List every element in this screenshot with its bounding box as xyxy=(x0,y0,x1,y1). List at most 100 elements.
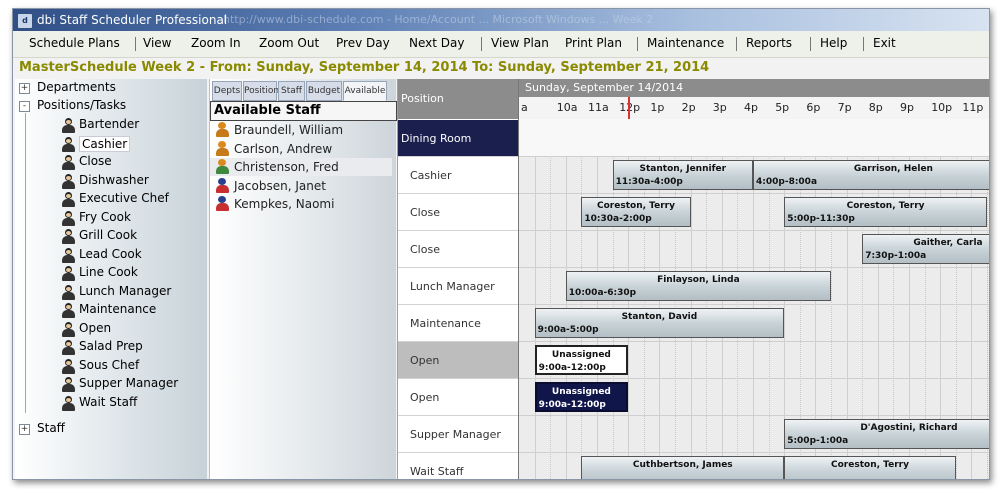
shift-time: 9:00a-12:00p xyxy=(538,363,606,373)
menu-exit[interactable]: Exit xyxy=(873,36,896,50)
tree-item-lunch-manager[interactable]: Lunch Manager xyxy=(79,284,171,298)
staff-list-item[interactable]: Carlson, Andrew xyxy=(210,140,392,158)
positions-expander[interactable]: - xyxy=(19,101,30,112)
menu-view[interactable]: View xyxy=(143,36,171,50)
tab-positions[interactable]: Positions xyxy=(243,81,284,101)
tree-item-salad-prep[interactable]: Salad Prep xyxy=(79,339,143,353)
person-icon xyxy=(61,284,75,301)
position-row-lunch-manager[interactable]: Lunch Manager xyxy=(398,268,518,305)
icon-body xyxy=(62,125,75,133)
shift-block[interactable]: Unassigned 9:00a-12:00p xyxy=(534,382,629,412)
tree-item-supper-manager[interactable]: Supper Manager xyxy=(79,376,178,390)
shift-staff-name: Unassigned xyxy=(551,350,611,360)
shift-time: 5:00p-11:30p xyxy=(787,214,855,224)
app-icon[interactable]: d xyxy=(17,13,33,29)
icon-face xyxy=(66,305,71,309)
person-green-icon xyxy=(215,159,229,175)
hour-label: 7p xyxy=(837,101,852,114)
current-time-marker xyxy=(628,97,631,119)
position-row-wait-staff[interactable]: Wait Staff xyxy=(398,453,518,479)
menu-help[interactable]: Help xyxy=(820,36,847,50)
position-row-maintenance[interactable]: Maintenance xyxy=(398,305,518,342)
position-row-cashier[interactable]: Cashier xyxy=(398,157,518,194)
shift-block[interactable]: Cuthbertson, James xyxy=(581,456,785,479)
menu-reports[interactable]: Reports xyxy=(746,36,792,50)
tree-item-executive-chef[interactable]: Executive Chef xyxy=(79,191,169,205)
tree-item-cashier[interactable]: Cashier xyxy=(79,135,131,152)
shift-block[interactable]: Unassigned 9:00a-12:00p xyxy=(534,345,629,375)
staff-list-item[interactable]: Jacobsen, Janet xyxy=(210,177,392,195)
hour-label: 5p xyxy=(775,101,790,114)
staff-expander[interactable]: + xyxy=(19,424,30,435)
tree-item-open[interactable]: Open xyxy=(79,321,111,335)
icon-face xyxy=(66,175,71,180)
position-row-close[interactable]: Close xyxy=(398,231,518,268)
position-row-open[interactable]: Open xyxy=(398,342,518,379)
menu-separator xyxy=(481,37,482,51)
tree-item-dishwasher[interactable]: Dishwasher xyxy=(79,173,149,187)
person-icon xyxy=(61,340,75,356)
icon-body xyxy=(62,217,75,226)
tree-item-grill-cook[interactable]: Grill Cook xyxy=(79,228,137,242)
tree-item-lead-cook[interactable]: Lead Cook xyxy=(79,247,142,261)
menu-prev-day[interactable]: Prev Day xyxy=(336,36,390,50)
menu-print-plan[interactable]: Print Plan xyxy=(565,36,622,50)
shift-staff-name: Finlayson, Linda xyxy=(657,275,740,285)
menu-schedule-plans[interactable]: Schedule Plans xyxy=(29,36,120,50)
position-tree: + Departments - Positions/Tasks Bartender Cas… xyxy=(15,79,207,479)
menu-maintenance[interactable]: Maintenance xyxy=(647,36,724,50)
staff-list-item[interactable]: Kempkes, Naomi xyxy=(210,195,392,213)
hour-label: 10p xyxy=(931,101,953,114)
shift-block[interactable]: Garrison, Helen 4:00p-8:00a xyxy=(753,160,989,190)
icon-body xyxy=(62,291,75,300)
icon-head xyxy=(218,140,226,148)
shift-block[interactable]: Stanton, Jennifer 11:30a-4:00p xyxy=(612,160,753,190)
tree-node-staff[interactable]: Staff xyxy=(37,421,65,435)
position-row-dining-room[interactable]: Dining Room xyxy=(398,120,518,157)
icon-body xyxy=(62,236,75,244)
tab-staff[interactable]: Staff xyxy=(278,81,305,101)
shift-block[interactable]: D'Agostini, Richard 5:00p-1:00a xyxy=(784,419,989,449)
shift-staff-name: Unassigned xyxy=(551,387,611,397)
icon-body xyxy=(62,347,75,355)
position-row-open[interactable]: Open xyxy=(398,379,518,416)
departments-expander[interactable]: + xyxy=(19,83,30,94)
menu-separator xyxy=(135,37,136,51)
shift-block[interactable]: Coreston, Terry 10:30a-2:00p xyxy=(581,197,691,227)
icon-body xyxy=(62,180,75,189)
shift-block[interactable]: Coreston, Terry 5:00p-11:30p xyxy=(784,197,987,227)
shift-block[interactable]: Stanton, David 9:00a-5:00p xyxy=(534,308,785,338)
tree-node-positions[interactable]: Positions/Tasks xyxy=(37,98,126,112)
staff-list-item[interactable]: Braundell, William xyxy=(210,121,392,139)
shift-block[interactable]: Gaither, Carla 7:30p-1:00a xyxy=(862,234,989,264)
shift-staff-name: Garrison, Helen xyxy=(853,164,933,174)
tab-budget[interactable]: Budget xyxy=(306,81,342,101)
menu-zoom-in[interactable]: Zoom In xyxy=(191,36,241,50)
tree-item-bartender[interactable]: Bartender xyxy=(79,117,139,131)
tab-depts[interactable]: Depts xyxy=(212,81,242,101)
menu-view-plan[interactable]: View Plan xyxy=(491,36,549,50)
tree-item-line-cook[interactable]: Line Cook xyxy=(79,265,138,279)
staff-list-item[interactable]: Christenson, Fred xyxy=(210,158,392,176)
tree-node-departments[interactable]: Departments xyxy=(37,80,116,94)
person-icon xyxy=(61,192,75,208)
tree-item-fry-cook[interactable]: Fry Cook xyxy=(79,210,131,224)
tab-available[interactable]: Available xyxy=(343,81,387,101)
position-row-close[interactable]: Close xyxy=(398,194,518,231)
icon-face xyxy=(66,379,71,383)
tree-item-maintenance[interactable]: Maintenance xyxy=(79,302,156,316)
position-row-supper-manager[interactable]: Supper Manager xyxy=(398,416,518,453)
staff-name: Braundell, William xyxy=(234,123,344,137)
tree-item-wait-staff[interactable]: Wait Staff xyxy=(79,395,137,409)
menu-next-day[interactable]: Next Day xyxy=(409,36,464,50)
tree-item-close[interactable]: Close xyxy=(79,154,112,168)
shift-staff-name: Gaither, Carla xyxy=(913,238,983,248)
icon-body xyxy=(62,162,75,170)
person-icon xyxy=(61,395,75,412)
shift-block[interactable]: Finlayson, Linda 10:00a-6:30p xyxy=(565,271,831,301)
icon-face xyxy=(66,212,71,217)
tree-item-sous-chef[interactable]: Sous Chef xyxy=(79,358,139,372)
shift-block[interactable]: Coreston, Terry xyxy=(784,456,956,479)
tree-connector xyxy=(25,113,26,413)
menu-zoom-out[interactable]: Zoom Out xyxy=(259,36,319,50)
